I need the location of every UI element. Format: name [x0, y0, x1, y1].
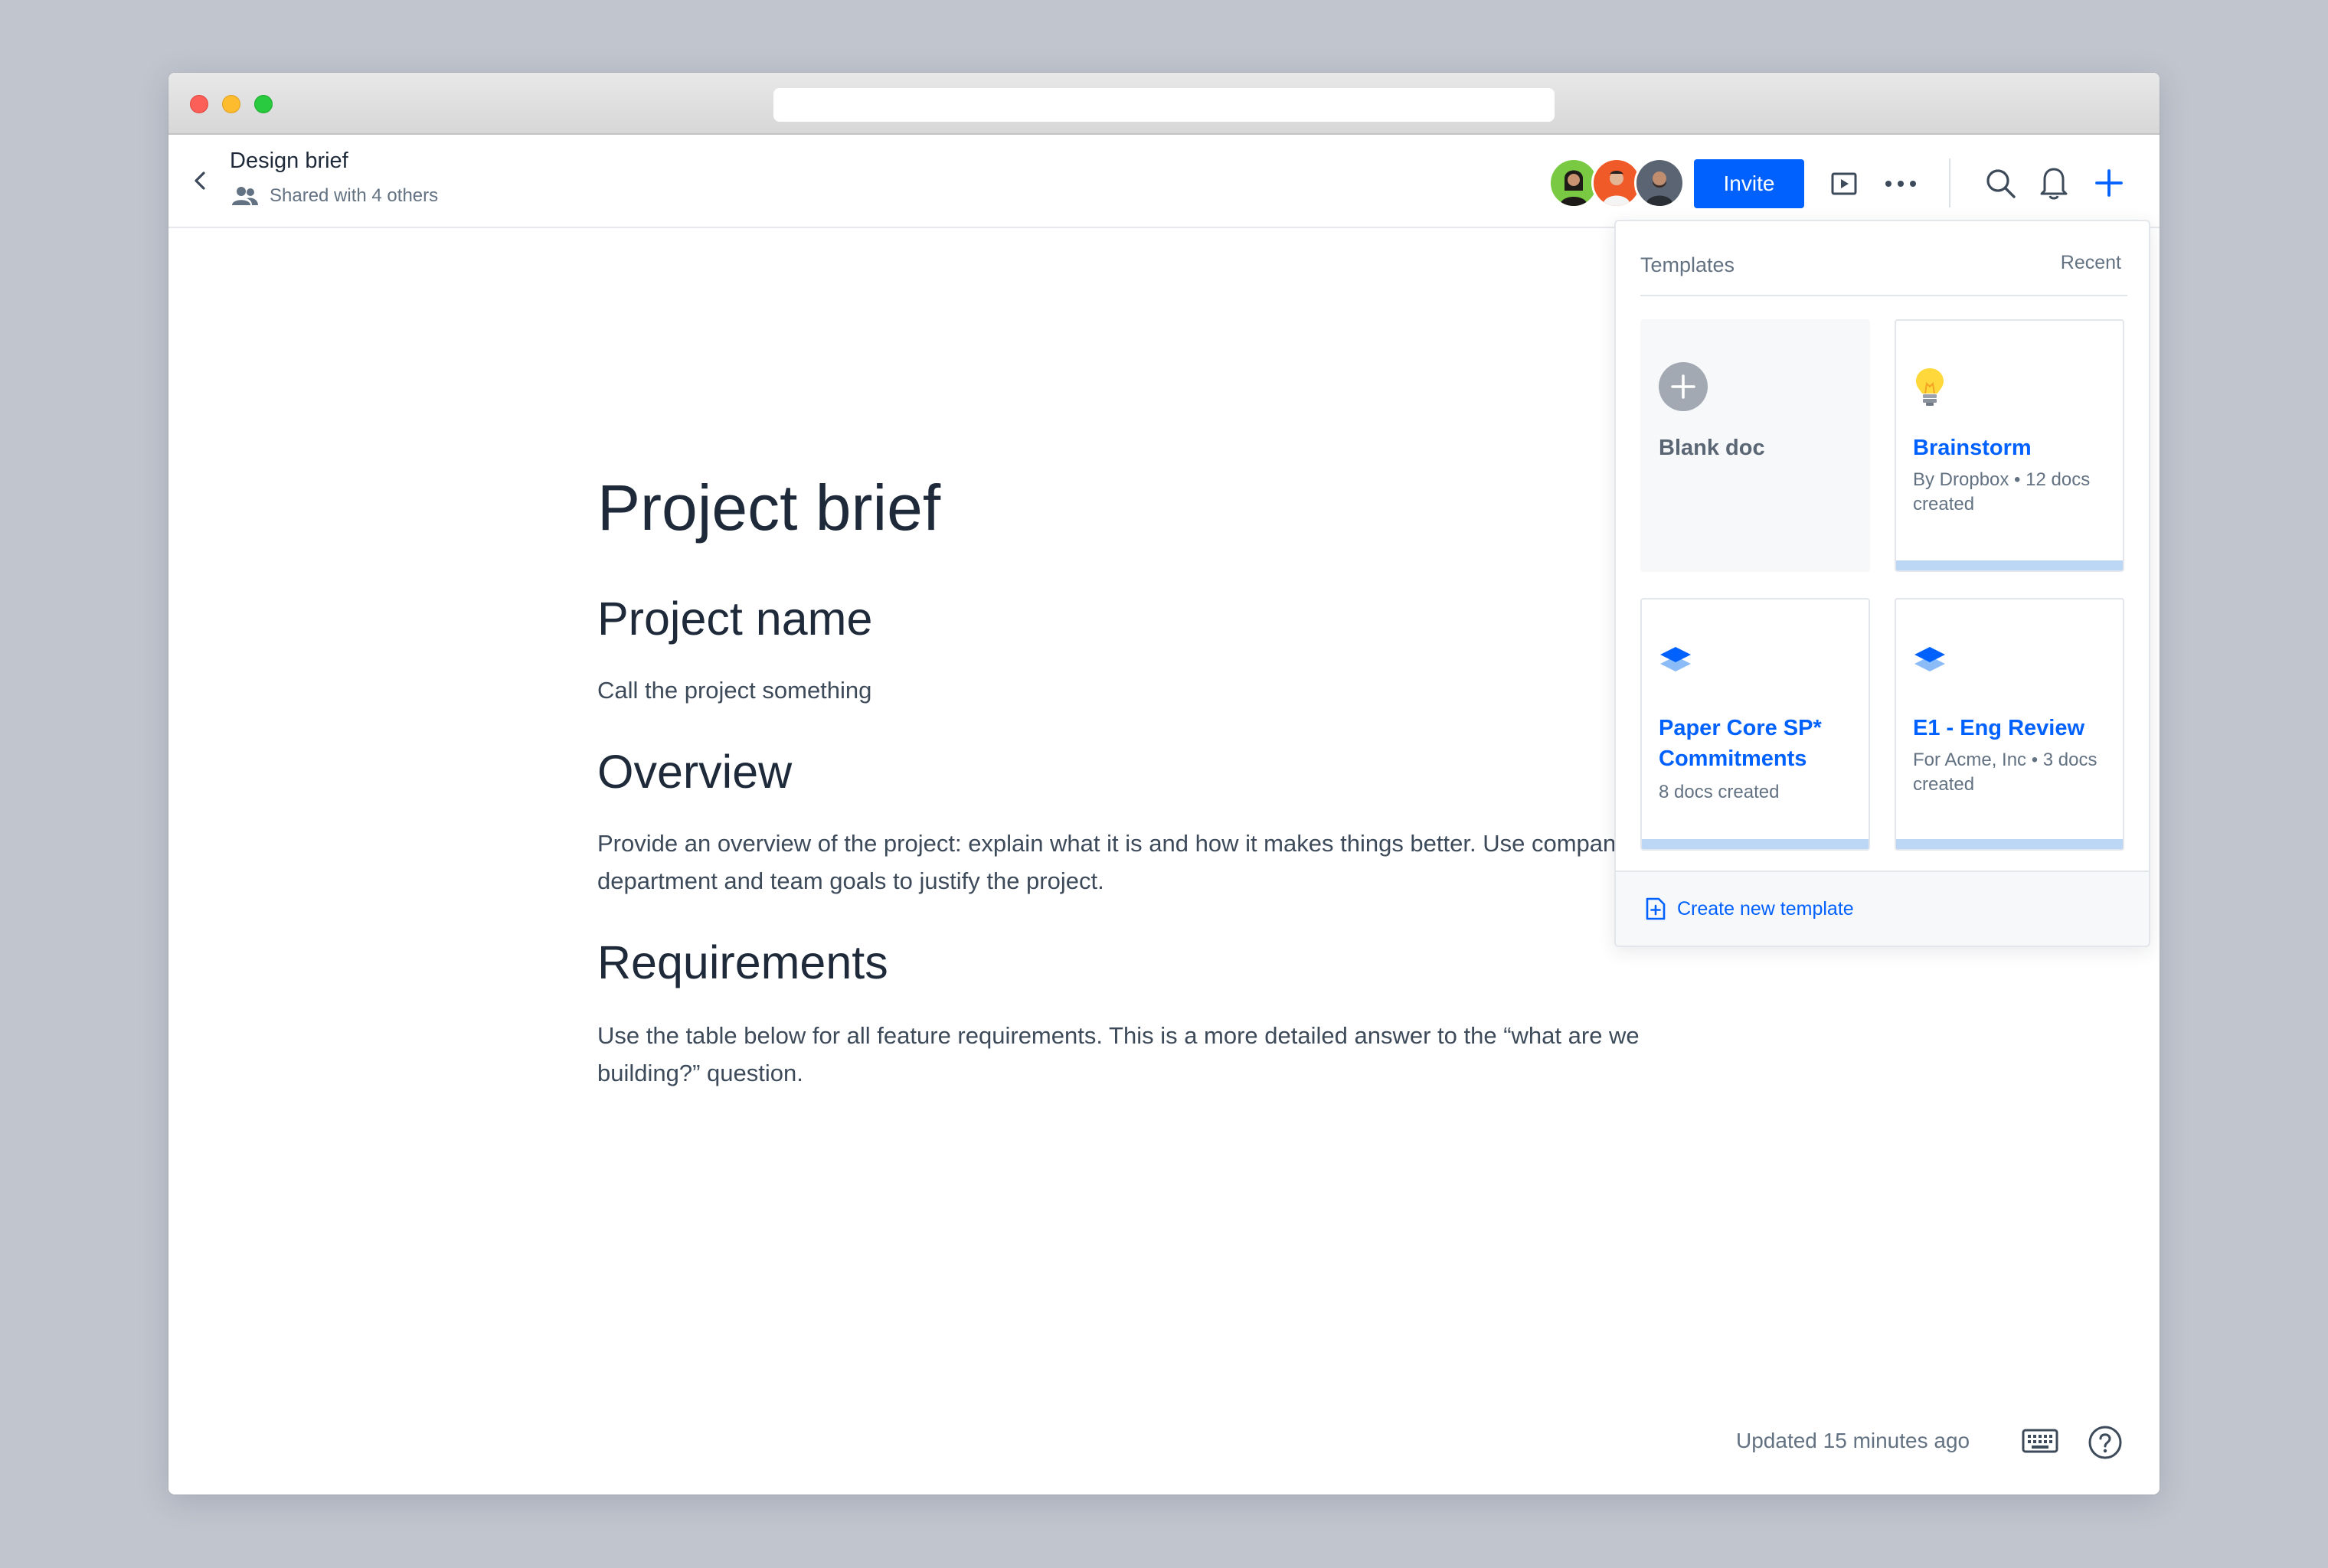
template-title: E1 - Eng Review: [1913, 716, 2085, 740]
search-icon[interactable]: [1985, 168, 2017, 200]
tab-templates[interactable]: Templates: [1640, 253, 1735, 277]
tab-recent[interactable]: Recent: [2061, 252, 2121, 274]
invite-button[interactable]: Invite: [1694, 159, 1804, 208]
section-title-overview[interactable]: Overview: [597, 745, 792, 799]
window-titlebar: [168, 73, 2160, 135]
help-icon[interactable]: [2088, 1425, 2123, 1460]
stack-icon: [1914, 647, 1945, 671]
section-title-project-name[interactable]: Project name: [597, 592, 872, 645]
create-new-template-link[interactable]: Create new template: [1645, 895, 1854, 923]
create-new-template-label: Create new template: [1677, 897, 1854, 920]
stack-icon: [1660, 647, 1691, 671]
toolbar-divider: [1949, 158, 1950, 207]
template-meta: 8 docs created: [1659, 782, 1780, 802]
avatar[interactable]: [1634, 158, 1685, 208]
browser-window: Design brief Shared with 4 others Invite…: [168, 73, 2160, 1494]
address-bar[interactable]: [773, 88, 1555, 122]
template-meta: For Acme, Inc • 3 docs created: [1913, 750, 2097, 795]
maximize-window-button[interactable]: [254, 95, 273, 113]
new-template-icon: [1646, 897, 1666, 920]
back-icon[interactable]: [185, 165, 216, 196]
template-card-blank-doc[interactable]: Blank doc: [1640, 319, 1870, 572]
more-icon[interactable]: [1884, 175, 1918, 192]
section-text-overview[interactable]: Provide an overview of the project: expl…: [597, 825, 1746, 900]
keyboard-icon[interactable]: [2022, 1428, 2058, 1454]
template-title: Blank doc: [1659, 436, 1765, 460]
template-meta: By Dropbox • 12 docs created: [1913, 469, 2091, 514]
plus-circle-icon: [1659, 362, 1708, 411]
shared-with-text: Shared with 4 others: [270, 185, 439, 206]
template-card-accent-bar: [1642, 839, 1869, 849]
present-icon[interactable]: [1830, 171, 1858, 197]
template-card-brainstorm[interactable]: Brainstorm By Dropbox • 12 docs created: [1895, 319, 2124, 572]
template-card-paper-core[interactable]: Paper Core SP* Commitments 8 docs create…: [1640, 598, 1870, 851]
template-card-accent-bar: [1896, 560, 2123, 570]
collaborator-avatars: [1548, 158, 1686, 211]
lightbulb-icon: [1916, 368, 1944, 406]
templates-panel: Templates Recent Blank doc Brainstorm By…: [1614, 220, 2150, 947]
template-card-accent-bar: [1896, 839, 2123, 849]
document-title[interactable]: Design brief: [230, 149, 348, 174]
updated-status: Updated 15 minutes ago: [1736, 1429, 1970, 1452]
minimize-window-button[interactable]: [222, 95, 240, 113]
section-text-project-name[interactable]: Call the project something: [597, 671, 1746, 709]
section-text-requirements[interactable]: Use the table below for all feature requ…: [597, 1017, 1746, 1092]
people-icon: [232, 187, 258, 205]
section-title-requirements[interactable]: Requirements: [597, 936, 888, 989]
plus-icon[interactable]: [2094, 168, 2124, 198]
close-window-button[interactable]: [190, 95, 208, 113]
template-title: Paper Core SP* Commitments: [1659, 716, 1822, 771]
panel-footer: Create new template: [1616, 871, 2149, 946]
shared-info[interactable]: Shared with 4 others: [231, 184, 438, 208]
document-header: Design brief Shared with 4 others: [168, 135, 2160, 228]
bell-icon[interactable]: [2039, 165, 2069, 200]
panel-divider: [1640, 295, 2127, 296]
document-heading[interactable]: Project brief: [597, 471, 940, 545]
template-title: Brainstorm: [1913, 436, 2032, 460]
template-card-eng-review[interactable]: E1 - Eng Review For Acme, Inc • 3 docs c…: [1895, 598, 2124, 851]
